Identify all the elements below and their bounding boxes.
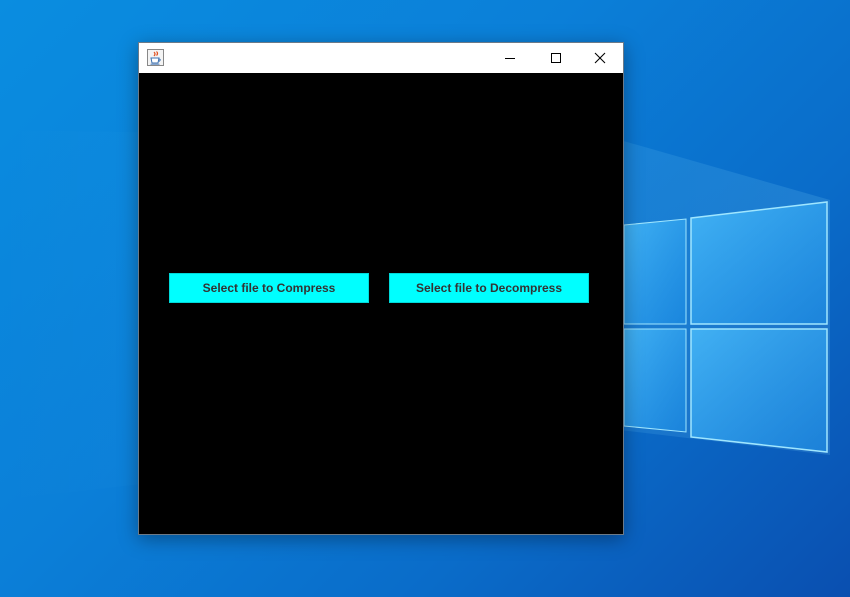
maximize-button[interactable] <box>533 43 579 73</box>
app-window: Select file to Compress Select file to D… <box>138 42 624 535</box>
java-coffee-cup-icon <box>147 49 164 66</box>
minimize-button[interactable] <box>487 43 533 73</box>
maximize-icon <box>551 53 561 63</box>
title-bar[interactable] <box>139 43 623 73</box>
desktop: Select file to Compress Select file to D… <box>0 0 850 597</box>
select-file-to-decompress-button[interactable]: Select file to Decompress <box>389 273 589 303</box>
content-panel: Select file to Compress Select file to D… <box>139 73 623 534</box>
minimize-icon <box>505 58 515 59</box>
close-icon <box>594 52 606 64</box>
close-button[interactable] <box>577 43 623 73</box>
select-file-to-compress-button[interactable]: Select file to Compress <box>169 273 369 303</box>
